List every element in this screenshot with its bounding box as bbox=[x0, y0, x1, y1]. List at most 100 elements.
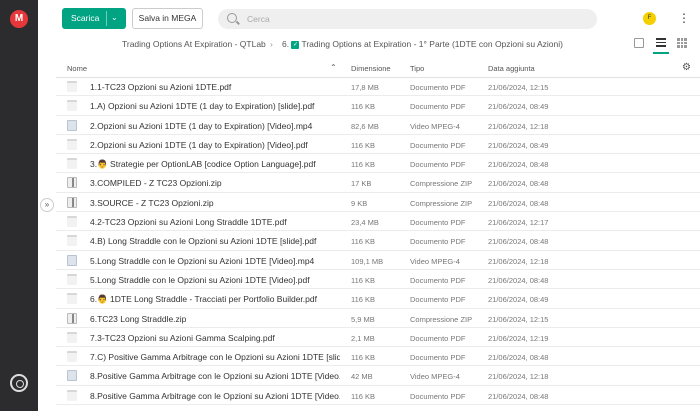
file-name[interactable]: 3.SOURCE - Z TC23 Opzioni.zip bbox=[90, 198, 340, 208]
file-date: 21/06/2024, 08:48 bbox=[488, 237, 549, 247]
button-divider bbox=[106, 11, 107, 26]
file-type: Compressione ZIP bbox=[410, 314, 473, 324]
breadcrumb-current-label: Trading Options at Expiration - 1° Parte… bbox=[301, 39, 563, 49]
thumbnail-view-icon[interactable] bbox=[634, 38, 644, 48]
file-size: 116 KB bbox=[351, 160, 376, 170]
check-icon: ✓ bbox=[291, 40, 300, 49]
file-size: 116 KB bbox=[351, 391, 376, 401]
vid-file-icon bbox=[67, 254, 77, 266]
file-type: Documento PDF bbox=[410, 160, 466, 170]
file-name[interactable]: 1.1-TC23 Opzioni su Azioni 1DTE.pdf bbox=[90, 82, 340, 92]
sort-icon[interactable]: ⌃ bbox=[330, 63, 337, 72]
download-button[interactable]: Scarica ⌄ bbox=[62, 8, 126, 29]
file-name[interactable]: 8.Positive Gamma Arbitrage con le Opzion… bbox=[90, 371, 340, 381]
file-date: 21/06/2024, 08:48 bbox=[488, 198, 549, 208]
breadcrumb-index: 6. bbox=[282, 39, 290, 49]
file-type: Documento PDF bbox=[410, 218, 466, 228]
file-type: Documento PDF bbox=[410, 353, 466, 363]
file-size: 116 KB bbox=[351, 353, 376, 363]
file-type: Video MPEG-4 bbox=[410, 372, 460, 382]
file-name[interactable]: 7.C) Positive Gamma Arbitrage con le Opz… bbox=[90, 352, 340, 362]
breadcrumb-parent[interactable]: Trading Options At Expiration - QTLab bbox=[122, 39, 266, 49]
table-row[interactable]: 3.👨 Strategie per OptionLAB [codice Opti… bbox=[56, 154, 700, 174]
file-date: 21/06/2024, 08:48 bbox=[488, 275, 549, 285]
file-type: Documento PDF bbox=[410, 333, 466, 343]
pdf-file-icon bbox=[67, 81, 77, 92]
file-date: 21/06/2024, 12:18 bbox=[488, 372, 549, 382]
column-size[interactable]: Dimensione bbox=[351, 64, 391, 73]
table-row[interactable]: 4.B) Long Straddle con le Opzioni su Azi… bbox=[56, 231, 700, 251]
file-name[interactable]: 5.Long Straddle con le Opzioni su Azioni… bbox=[90, 256, 340, 266]
table-row[interactable]: 1.A) Opzioni su Azioni 1DTE (1 day to Ex… bbox=[56, 96, 700, 116]
file-name[interactable]: 4.B) Long Straddle con le Opzioni su Azi… bbox=[90, 236, 340, 246]
table-row[interactable]: 4.2-TC23 Opzioni su Azioni Long Straddle… bbox=[56, 212, 700, 232]
file-name[interactable]: 6.TC23 Long Straddle.zip bbox=[90, 314, 340, 324]
file-name[interactable]: 2.Opzioni su Azioni 1DTE (1 day to Expir… bbox=[90, 121, 340, 131]
chevron-down-icon[interactable]: ⌄ bbox=[111, 13, 118, 22]
table-row[interactable]: 5.Long Straddle con le Opzioni su Azioni… bbox=[56, 251, 700, 270]
file-name[interactable]: 3.👨 Strategie per OptionLAB [codice Opti… bbox=[90, 159, 340, 170]
pdf-file-icon bbox=[67, 216, 77, 228]
file-date: 21/06/2024, 12:18 bbox=[488, 121, 549, 131]
table-row[interactable]: 1.1-TC23 Opzioni su Azioni 1DTE.pdf 17,8 … bbox=[56, 77, 700, 97]
file-size: 82,6 MB bbox=[351, 121, 379, 131]
pdf-file-icon bbox=[67, 158, 77, 170]
more-menu-icon[interactable]: ⋮ bbox=[678, 12, 690, 24]
table-row[interactable]: 2.Opzioni su Azioni 1DTE (1 day to Expir… bbox=[56, 116, 700, 135]
file-size: 42 MB bbox=[351, 372, 373, 382]
column-name[interactable]: Nome bbox=[67, 64, 87, 73]
zip-file-icon bbox=[67, 196, 77, 208]
gear-icon[interactable]: ⚙ bbox=[682, 62, 691, 73]
search-bar[interactable]: Cerca bbox=[218, 9, 597, 29]
file-size: 116 KB bbox=[351, 102, 376, 112]
mega-logo[interactable]: M bbox=[10, 10, 28, 28]
column-type[interactable]: Tipo bbox=[410, 64, 424, 73]
file-type: Documento PDF bbox=[410, 102, 466, 112]
file-type: Documento PDF bbox=[410, 391, 466, 401]
table-row[interactable]: 3.COMPILED - Z TC23 Opzioni.zip 17 KB Comp… bbox=[56, 173, 700, 193]
avatar[interactable]: F bbox=[643, 12, 656, 25]
file-date: 21/06/2024, 08:48 bbox=[488, 391, 549, 401]
file-name[interactable]: 7.3-TC23 Opzioni su Azioni Gamma Scalpin… bbox=[90, 333, 340, 343]
table-row[interactable]: 5.Long Straddle con le Opzioni su Azioni… bbox=[56, 270, 700, 290]
pdf-file-icon bbox=[67, 331, 77, 343]
file-name[interactable]: 5.Long Straddle con le Opzioni su Azioni… bbox=[90, 275, 340, 285]
file-name[interactable]: 8.Positive Gamma Arbitrage con le Opzion… bbox=[90, 391, 340, 401]
file-date: 21/06/2024, 08:49 bbox=[488, 295, 549, 305]
list-view-icon[interactable] bbox=[656, 38, 666, 48]
transfer-manager-icon[interactable] bbox=[10, 374, 28, 392]
left-rail: M bbox=[0, 0, 38, 411]
grid-view-icon[interactable] bbox=[677, 38, 687, 48]
table-row[interactable]: 6.👨 1DTE Long Straddle - Tracciati per P… bbox=[56, 289, 700, 309]
file-type: Compressione ZIP bbox=[410, 179, 473, 189]
file-name[interactable]: 3.COMPILED - Z TC23 Opzioni.zip bbox=[90, 178, 340, 188]
file-name[interactable]: 2.Opzioni su Azioni 1DTE (1 day to Expir… bbox=[90, 140, 340, 150]
table-row[interactable]: 8.Positive Gamma Arbitrage con le Opzion… bbox=[56, 366, 700, 386]
file-size: 116 KB bbox=[351, 140, 376, 150]
file-date: 21/06/2024, 12:18 bbox=[488, 256, 549, 266]
file-size: 17 KB bbox=[351, 179, 372, 189]
table-row[interactable]: 6.TC23 Long Straddle.zip 5,9 MB Compressio… bbox=[56, 309, 700, 328]
file-type: Documento PDF bbox=[410, 295, 466, 305]
file-size: 116 KB bbox=[351, 295, 376, 305]
file-type: Documento PDF bbox=[410, 275, 466, 285]
column-date[interactable]: Data aggiunta bbox=[488, 64, 535, 73]
table-row[interactable]: 2.Opzioni su Azioni 1DTE (1 day to Expir… bbox=[56, 135, 700, 155]
file-size: 109,1 MB bbox=[351, 256, 384, 266]
table-row[interactable]: 3.SOURCE - Z TC23 Opzioni.zip 9 KB Compres… bbox=[56, 193, 700, 213]
expand-sidebar-icon[interactable]: » bbox=[40, 198, 54, 212]
pdf-file-icon bbox=[67, 389, 77, 401]
save-to-mega-button[interactable]: Salva in MEGA bbox=[132, 8, 203, 29]
pdf-file-icon bbox=[67, 100, 77, 112]
table-row[interactable]: 7.3-TC23 Opzioni su Azioni Gamma Scalpin… bbox=[56, 328, 700, 348]
table-row[interactable]: 8.Positive Gamma Arbitrage con le Opzion… bbox=[56, 386, 700, 406]
search-placeholder: Cerca bbox=[247, 14, 270, 24]
file-date: 21/06/2024, 12:17 bbox=[488, 218, 549, 228]
pdf-file-icon bbox=[67, 138, 77, 150]
file-name[interactable]: 4.2-TC23 Opzioni su Azioni Long Straddle… bbox=[90, 217, 340, 227]
table-row[interactable]: 7.C) Positive Gamma Arbitrage con le Opz… bbox=[56, 347, 700, 367]
file-date: 21/06/2024, 08:48 bbox=[488, 160, 549, 170]
file-name[interactable]: 6.👨 1DTE Long Straddle - Tracciati per P… bbox=[90, 294, 340, 305]
file-name[interactable]: 1.A) Opzioni su Azioni 1DTE (1 day to Ex… bbox=[90, 101, 340, 111]
breadcrumb-separator: › bbox=[270, 39, 273, 49]
